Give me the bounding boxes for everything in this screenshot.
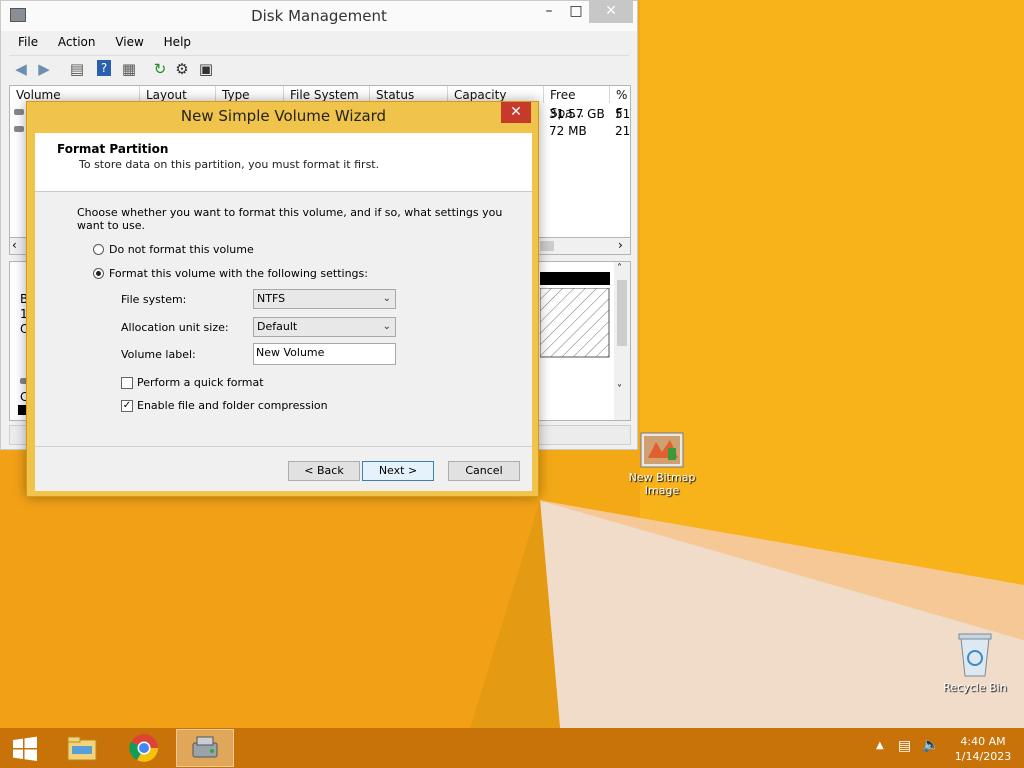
menu-help[interactable]: Help [155, 33, 198, 49]
page-heading: Format Partition [57, 142, 169, 156]
chrome-icon [129, 734, 158, 762]
chrome-taskbar-button[interactable] [116, 729, 172, 767]
recycle-bin-desktop-icon[interactable]: Recycle Bin [940, 632, 1010, 694]
back-arrow-icon[interactable]: ◀ [11, 59, 31, 79]
recycle-bin-icon [958, 633, 992, 677]
quick-format-checkbox[interactable] [121, 377, 133, 389]
menu-file[interactable]: File [9, 33, 45, 49]
quick-format-label[interactable]: Perform a quick format [137, 376, 264, 389]
scroll-down-icon[interactable]: ˅ [617, 384, 622, 395]
instructions-text: Choose whether you want to format this v… [77, 206, 503, 232]
file-system-dropdown[interactable]: NTFS ⌄ [253, 289, 396, 309]
next-button[interactable]: Next > [362, 461, 434, 481]
scroll-up-icon[interactable]: ˄ [617, 263, 622, 274]
allocation-unit-size-label: Allocation unit size: [121, 321, 229, 334]
file-system-value: NTFS [257, 292, 286, 305]
volume-label-label: Volume label: [121, 348, 196, 361]
allocation-unit-size-dropdown[interactable]: Default ⌄ [253, 317, 396, 337]
properties-icon[interactable]: ▦ [119, 59, 139, 79]
desktop-icon-label: Recycle Bin [943, 681, 1007, 694]
clock-date: 1/14/2023 [954, 750, 1012, 763]
show-hide-console-tree-icon[interactable]: ▤ [67, 59, 87, 79]
rescan-disks-icon[interactable]: ▣ [196, 59, 216, 79]
divider [35, 446, 532, 447]
close-button[interactable]: ✕ [501, 102, 531, 123]
file-explorer-icon [67, 736, 97, 761]
allocation-unit-size-value: Default [257, 320, 298, 333]
bitmap-image-icon [640, 432, 684, 468]
percent-free-cell: 21 [615, 124, 631, 138]
new-simple-volume-wizard-dialog: New Simple Volume Wizard ✕ Format Partit… [26, 101, 539, 497]
free-space-cell: 72 MB [549, 124, 587, 138]
toolbar: ◀ ▶ ▤ ? ▦ ↻ ⚙ ▣ [9, 55, 629, 82]
network-icon[interactable]: ▤ [898, 738, 911, 754]
cancel-button[interactable]: Cancel [448, 461, 520, 481]
column-header-free-space[interactable]: Free Spa... [544, 86, 610, 120]
do-not-format-label[interactable]: Do not format this volume [109, 243, 254, 256]
unallocated-partition[interactable] [540, 288, 610, 358]
dialog-title: New Simple Volume Wizard [180, 107, 387, 125]
scroll-left-icon[interactable]: ‹ [12, 238, 17, 252]
clock[interactable]: 4:40 AM 1/14/2023 [952, 734, 1014, 764]
file-explorer-taskbar-button[interactable] [54, 729, 110, 767]
do-not-format-radio[interactable] [93, 244, 104, 255]
disk-icon [14, 109, 24, 115]
disk-management-icon [192, 736, 218, 758]
free-space-cell: 31.57 GB [549, 107, 605, 121]
menu-action[interactable]: Action [49, 33, 103, 49]
partition-header-bar [540, 272, 610, 285]
forward-arrow-icon[interactable]: ▶ [34, 59, 54, 79]
percent-free-cell: 51 [615, 107, 631, 121]
menu-bar: File Action View Help [9, 33, 198, 53]
desktop-icon-label: New Bitmap Image [628, 471, 696, 497]
taskbar: ▲ ▤ 🔈 4:40 AM 1/14/2023 [0, 728, 1024, 768]
new-bitmap-image-desktop-icon[interactable]: New Bitmap Image [627, 432, 697, 497]
menu-view[interactable]: View [106, 33, 150, 49]
volume-icon[interactable]: 🔈 [922, 737, 939, 753]
title-bar[interactable]: Disk Management – □ ✕ [1, 1, 637, 31]
refresh-icon[interactable]: ↻ [150, 59, 170, 79]
scrollbar-thumb[interactable] [540, 241, 554, 251]
show-hidden-icons-icon[interactable]: ▲ [876, 740, 884, 751]
volume-label-input[interactable]: New Volume [253, 343, 396, 365]
scroll-right-icon[interactable]: › [618, 238, 623, 252]
compression-checkbox[interactable]: ✓ [121, 400, 133, 412]
start-button[interactable] [0, 729, 50, 767]
format-volume-radio[interactable] [93, 268, 104, 279]
back-button[interactable]: < Back [288, 461, 360, 481]
disk-management-taskbar-button[interactable] [176, 729, 234, 767]
disk-icon [14, 126, 24, 132]
page-subheading: To store data on this partition, you mus… [79, 158, 380, 171]
chevron-down-icon: ⌄ [382, 321, 391, 332]
chevron-down-icon: ⌄ [382, 293, 391, 304]
windows-start-icon [13, 736, 37, 761]
column-header-percent-free[interactable]: % F [610, 86, 632, 120]
scrollbar-thumb[interactable] [617, 280, 627, 346]
compression-label[interactable]: Enable file and folder compression [137, 399, 328, 412]
settings-icon[interactable]: ⚙ [172, 59, 192, 79]
close-button[interactable]: ✕ [589, 1, 633, 23]
help-icon[interactable]: ? [97, 60, 111, 76]
wizard-header: Format Partition To store data on this p… [35, 133, 532, 192]
file-system-label: File system: [121, 293, 187, 306]
wizard-content: Format Partition To store data on this p… [35, 133, 532, 491]
clock-time: 4:40 AM [960, 735, 1006, 748]
format-volume-label[interactable]: Format this volume with the following se… [109, 267, 368, 280]
